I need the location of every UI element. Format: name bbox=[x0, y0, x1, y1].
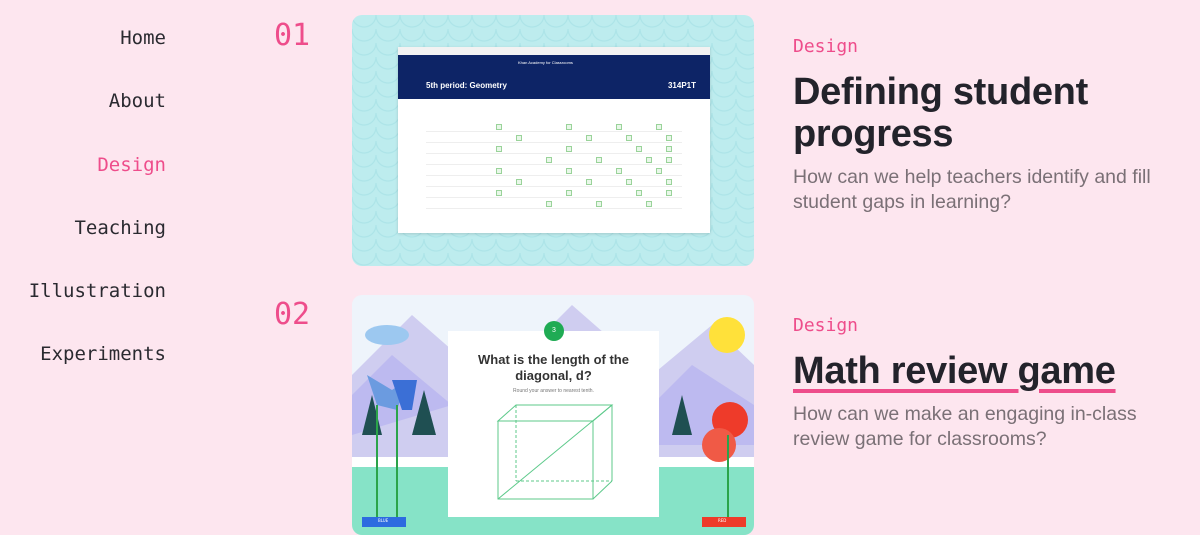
project-title[interactable]: Defining student progress bbox=[793, 71, 1183, 155]
project-title[interactable]: Math review game bbox=[793, 350, 1183, 392]
project-description: How can we make an engaging in-class rev… bbox=[793, 403, 1137, 450]
cuboid-diagram bbox=[496, 404, 614, 500]
nav-illustration[interactable]: Illustration bbox=[0, 275, 166, 338]
question-number-badge: 3 bbox=[544, 321, 564, 341]
question-text: What is the length of the diagonal, d? bbox=[478, 352, 629, 383]
question-card: 3 What is the length of the diagonal, d?… bbox=[448, 321, 659, 517]
project-thumbnail[interactable]: Khan Academy for Classrooms 5th period: … bbox=[352, 15, 754, 266]
project-thumbnail[interactable]: BLUE RED 3 What is the length of the dia… bbox=[352, 295, 754, 535]
project-description: How can we help teachers identify and fi… bbox=[793, 166, 1151, 213]
class-title: 5th period: Geometry bbox=[426, 81, 507, 90]
nav-experiments[interactable]: Experiments bbox=[0, 338, 166, 401]
dashboard-screenshot: Khan Academy for Classrooms 5th period: … bbox=[398, 47, 710, 233]
team-blue-label: BLUE bbox=[378, 518, 389, 523]
project-number: 01 bbox=[274, 18, 311, 53]
project-title-link[interactable]: Math review game bbox=[793, 350, 1116, 392]
site-nav: Home About Design Teaching Illustration … bbox=[0, 22, 166, 402]
team-red-label: RED bbox=[718, 518, 727, 523]
project-info: Design Math review game How can we make … bbox=[793, 315, 1183, 452]
brand-text: Khan Academy for Classrooms bbox=[518, 60, 573, 65]
project-category[interactable]: Design bbox=[793, 36, 1183, 57]
cloud-icon bbox=[365, 325, 409, 345]
nav-about[interactable]: About bbox=[0, 85, 166, 148]
nav-teaching[interactable]: Teaching bbox=[0, 212, 166, 275]
nav-home[interactable]: Home bbox=[0, 22, 166, 85]
class-code: 314P1T bbox=[667, 81, 696, 90]
sun-icon bbox=[709, 317, 745, 353]
nav-design[interactable]: Design bbox=[0, 149, 166, 212]
question-hint: Round your answer to nearest tenth. bbox=[513, 388, 594, 394]
project-number: 02 bbox=[274, 297, 311, 332]
project-category[interactable]: Design bbox=[793, 315, 1183, 336]
project-info: Design Defining student progress How can… bbox=[793, 36, 1183, 215]
